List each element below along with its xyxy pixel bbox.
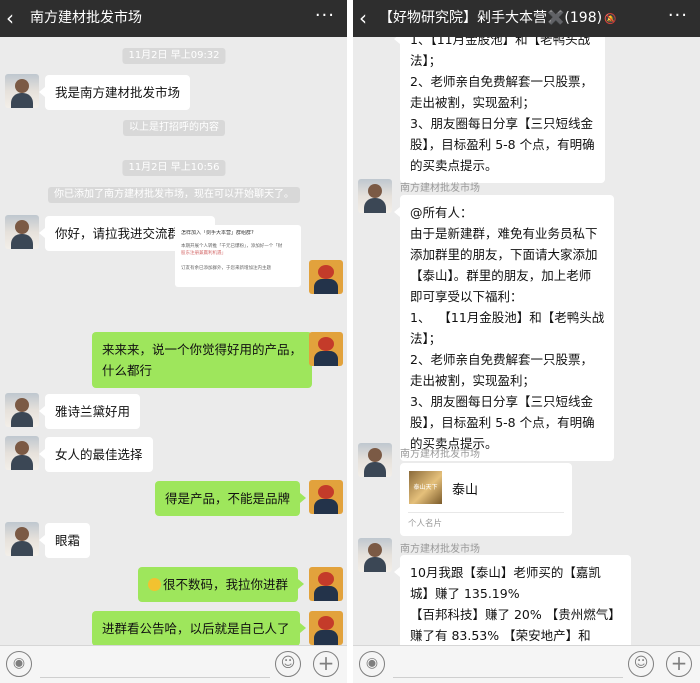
- input-toolbar: ◉ ☺ +: [353, 645, 700, 683]
- left-chat-window: ‹ 南方建材批发市场 ··· 11月2日 早上09:32 我是南方建材批发市场 …: [0, 0, 347, 683]
- avatar[interactable]: [5, 74, 39, 108]
- message-bubble: 眼霜: [38, 523, 91, 558]
- message-bubble: 进群看公告哈，以后就是自己人了: [92, 611, 306, 645]
- sender-name: 南方建材批发市场: [400, 544, 480, 555]
- more-icon[interactable]: ···: [668, 5, 688, 27]
- voice-icon[interactable]: ◉: [359, 651, 385, 677]
- plus-icon[interactable]: +: [666, 651, 692, 677]
- image-text: 股东注册兼赢利机遇」: [181, 251, 226, 256]
- back-icon[interactable]: ‹: [359, 5, 367, 31]
- message-bubble: 来来来，说一个你觉得好用的产品， 什么都行: [92, 332, 319, 388]
- avatar[interactable]: [309, 332, 343, 366]
- message-bubble: 10月我跟【泰山】老师买的【嘉凯 城】赚了 135.19% 【百邦科技】赚了 2…: [394, 555, 631, 645]
- message-text: 很不数码，我拉你进群: [163, 577, 289, 592]
- message-bubble: 我是南方建材批发市场: [38, 75, 191, 110]
- card-label: 个人名片: [408, 519, 443, 529]
- back-icon[interactable]: ‹: [6, 5, 14, 31]
- avatar[interactable]: [309, 611, 343, 645]
- avatar[interactable]: [5, 436, 39, 470]
- message-list[interactable]: 1、【11月金股池】和【老鸭头战 法】； 2、老师亲自免费解套一只股票， 走出被…: [353, 37, 700, 645]
- image-text: 订友有余已添加群外，于您来新增加注内主题: [181, 266, 271, 271]
- image-text: 本期开展个人转推「千元已爆粉」，添加好一个「财: [181, 244, 283, 249]
- timestamp: 11月2日 早上10:56: [122, 160, 226, 176]
- image-text: 怎样加入「剑手大本营」群组群?: [181, 230, 254, 236]
- chat-title: 南方建材批发市场: [30, 10, 142, 26]
- avatar[interactable]: [358, 443, 392, 477]
- emoji-icon: [148, 578, 161, 591]
- system-message: 你已添加了南方建材批发市场，现在可以开始聊天了。: [48, 187, 300, 203]
- avatar[interactable]: [5, 393, 39, 427]
- avatar[interactable]: [5, 215, 39, 249]
- message-bubble: 得是产品，不能是品牌: [155, 481, 307, 516]
- avatar[interactable]: [309, 260, 343, 294]
- timestamp: 11月2日 早上09:32: [122, 48, 226, 64]
- message-bubble: 女人的最佳选择: [39, 437, 153, 472]
- card-divider: [408, 512, 564, 513]
- message-list[interactable]: 11月2日 早上09:32 我是南方建材批发市场 以上是打招呼的内容 11月2日…: [0, 37, 347, 645]
- right-chat-window: ‹ 【好物研究院】剁手大本营✖️(198) 🔕 ··· 1、【11月金股池】和【老…: [353, 0, 700, 683]
- avatar[interactable]: [358, 538, 392, 572]
- avatar[interactable]: [309, 567, 343, 601]
- card-thumbnail: 泰山天下: [409, 471, 442, 504]
- avatar[interactable]: [358, 179, 392, 213]
- mute-icon: 🔕: [604, 14, 617, 25]
- emoji-icon[interactable]: ☺: [628, 651, 654, 677]
- more-icon[interactable]: ···: [315, 5, 335, 27]
- message-bubble: 1、【11月金股池】和【老鸭头战 法】； 2、老师亲自免费解套一只股票， 走出被…: [394, 37, 605, 183]
- sender-name: 南方建材批发市场: [400, 183, 480, 194]
- card-name: 泰山: [452, 483, 479, 498]
- emoji-icon[interactable]: ☺: [275, 651, 301, 677]
- image-message[interactable]: 怎样加入「剑手大本营」群组群? 本期开展个人转推「千元已爆粉」，添加好一个「财 …: [175, 225, 301, 287]
- message-input[interactable]: [393, 651, 623, 678]
- message-bubble: 很不数码，我拉你进群: [138, 567, 305, 602]
- announcement-bubble: @所有人： 由于是新建群，难免有业务员私下 添加群里的朋友，下面请大家添加 【泰…: [393, 195, 615, 461]
- sender-name: 南方建材批发市场: [400, 449, 480, 460]
- plus-icon[interactable]: +: [313, 651, 339, 677]
- group-title: 【好物研究院】剁手大本营✖️(198) 🔕: [379, 9, 617, 29]
- message-bubble: 雅诗兰黛好用: [38, 394, 141, 429]
- system-message: 以上是打招呼的内容: [123, 120, 225, 136]
- group-title-text: 【好物研究院】剁手大本营✖️(198): [379, 10, 603, 26]
- contact-card[interactable]: 泰山天下 泰山 个人名片: [400, 463, 572, 536]
- voice-icon[interactable]: ◉: [6, 651, 32, 677]
- avatar[interactable]: [5, 522, 39, 556]
- avatar[interactable]: [309, 480, 343, 514]
- input-toolbar: ◉ ☺ +: [0, 645, 347, 683]
- message-input[interactable]: [40, 651, 270, 678]
- left-header: ‹ 南方建材批发市场 ···: [0, 0, 347, 37]
- right-header: ‹ 【好物研究院】剁手大本营✖️(198) 🔕 ···: [353, 0, 700, 37]
